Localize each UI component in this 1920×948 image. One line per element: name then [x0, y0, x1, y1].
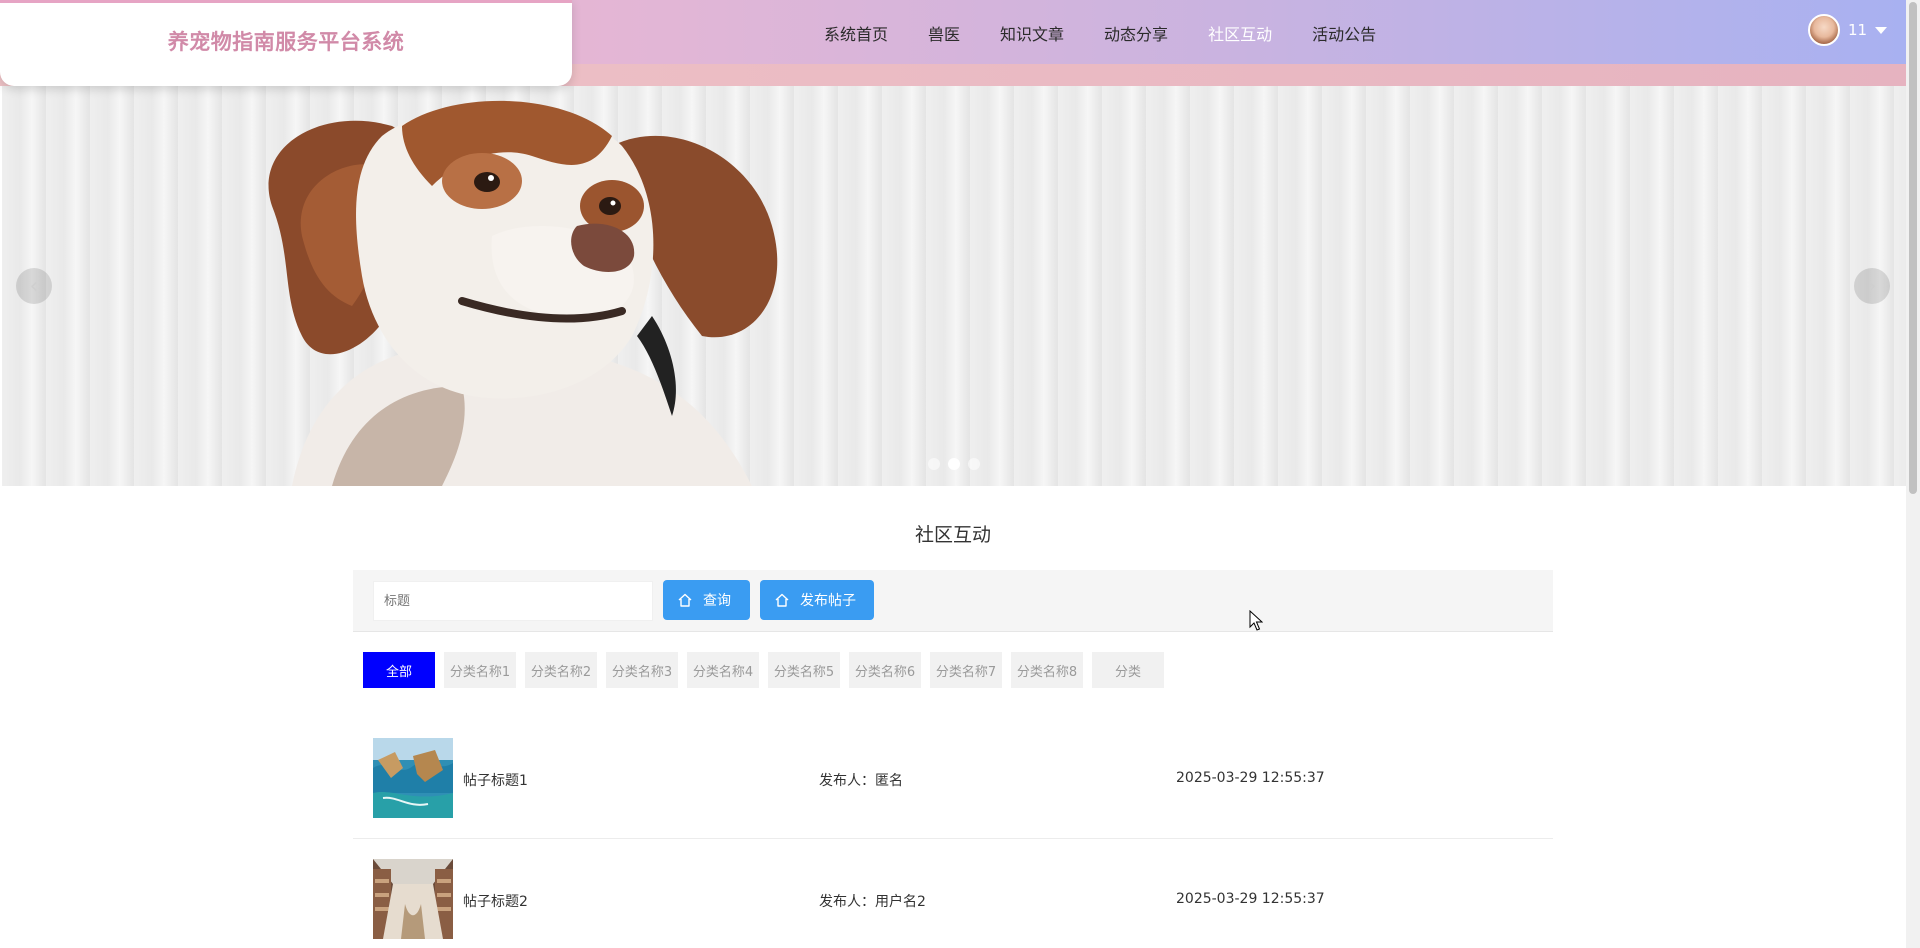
home-icon: [678, 593, 692, 607]
nav-community[interactable]: 社区互动: [1208, 21, 1272, 45]
nav-home[interactable]: 系统首页: [824, 21, 888, 45]
category-7[interactable]: 分类名称7: [930, 652, 1002, 688]
category-5[interactable]: 分类名称5: [768, 652, 840, 688]
user-menu[interactable]: 11: [1808, 13, 1888, 47]
chevron-left-icon: ‹: [29, 273, 39, 299]
banner-carousel: ‹ ›: [2, 86, 1906, 486]
carousel-dot-2[interactable]: [948, 458, 960, 470]
post-thumbnail[interactable]: [373, 738, 453, 818]
brand-card: 养宠物指南服务平台系统: [0, 0, 572, 86]
post-row[interactable]: 帖子标题2 发布人：用户名2 2025-03-29 12:55:37: [353, 839, 1553, 948]
post-time: 2025-03-29 12:55:37: [1176, 770, 1325, 786]
post-thumbnail[interactable]: [373, 859, 453, 939]
category-6[interactable]: 分类名称6: [849, 652, 921, 688]
carousel-next-button[interactable]: ›: [1854, 268, 1890, 304]
post-title[interactable]: 帖子标题2: [463, 891, 528, 911]
home-icon: [775, 593, 789, 607]
carousel-prev-button[interactable]: ‹: [16, 268, 52, 304]
page-scrollbar[interactable]: [1906, 0, 1920, 948]
post-author: 发布人：用户名2: [819, 894, 926, 910]
avatar[interactable]: [1808, 14, 1840, 46]
search-panel: 查询 发布帖子: [353, 570, 1553, 632]
query-button[interactable]: 查询: [663, 580, 750, 620]
library-image: [373, 859, 453, 939]
post-row[interactable]: 帖子标题1 发布人：匿名 2025-03-29 12:55:37: [353, 718, 1553, 839]
page: 养宠物指南服务平台系统 系统首页 兽医 知识文章 动态分享 社区互动 活动公告 …: [0, 0, 1920, 948]
scrollbar-thumb[interactable]: [1909, 2, 1917, 494]
site-title: 养宠物指南服务平台系统: [167, 29, 405, 54]
publish-post-button-label: 发布帖子: [800, 593, 856, 609]
nav-moments[interactable]: 动态分享: [1104, 21, 1168, 45]
category-filter: 全部 分类名称1 分类名称2 分类名称3 分类名称4 分类名称5 分类名称6 分…: [363, 652, 1164, 688]
coast-image: [373, 738, 453, 818]
carousel-dot-3[interactable]: [968, 458, 980, 470]
carousel-dot-1[interactable]: [928, 458, 940, 470]
mouse-cursor-icon: [1249, 610, 1263, 631]
carousel-indicators: [928, 458, 980, 470]
user-name: 11: [1848, 21, 1868, 39]
nav-vet[interactable]: 兽医: [928, 21, 960, 45]
caret-down-icon: [1875, 26, 1888, 34]
publish-post-button[interactable]: 发布帖子: [760, 580, 874, 620]
title-search-input[interactable]: [373, 581, 653, 621]
main-nav: 系统首页 兽医 知识文章 动态分享 社区互动 活动公告: [824, 0, 1376, 66]
nav-articles[interactable]: 知识文章: [1000, 21, 1064, 45]
post-time: 2025-03-29 12:55:37: [1176, 891, 1325, 907]
category-8[interactable]: 分类名称8: [1011, 652, 1083, 688]
category-3[interactable]: 分类名称3: [606, 652, 678, 688]
query-button-label: 查询: [703, 593, 731, 609]
chevron-right-icon: ›: [1867, 273, 1877, 299]
post-list: 帖子标题1 发布人：匿名 2025-03-29 12:55:37 帖子标题2 发…: [353, 718, 1553, 948]
post-author: 发布人：匿名: [819, 773, 903, 789]
dog-photo: [268, 100, 778, 486]
category-2[interactable]: 分类名称2: [525, 652, 597, 688]
category-4[interactable]: 分类名称4: [687, 652, 759, 688]
category-all[interactable]: 全部: [363, 652, 435, 688]
nav-announcements[interactable]: 活动公告: [1312, 21, 1376, 45]
post-title[interactable]: 帖子标题1: [463, 770, 528, 790]
category-misc[interactable]: 分类: [1092, 652, 1164, 688]
category-1[interactable]: 分类名称1: [444, 652, 516, 688]
section-title: 社区互动: [914, 524, 991, 546]
